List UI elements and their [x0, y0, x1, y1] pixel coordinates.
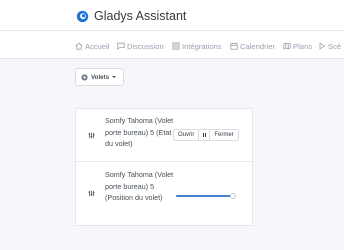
home-icon	[75, 42, 83, 50]
nav-item-label: Intégrations	[182, 41, 222, 51]
sliders-icon	[88, 132, 95, 139]
map-icon	[283, 42, 291, 50]
room-select[interactable]: Volets	[75, 68, 124, 86]
nav-item-label: Calendrier	[240, 41, 276, 51]
pause-icon-bar	[204, 133, 206, 137]
room-select-value: Volets	[91, 73, 110, 81]
position-slider[interactable]	[176, 193, 236, 199]
nav-item-label: Accueil	[85, 41, 110, 51]
nav-item-calendrier[interactable]: Calendrier	[230, 40, 275, 52]
main-nav: Accueil Discussion Intégrations Calendri…	[0, 31, 344, 59]
stop-button[interactable]	[198, 130, 210, 140]
nav-item-discussion[interactable]: Discussion	[117, 40, 164, 52]
app-title: Gladys Assistant	[94, 9, 187, 23]
room-icon	[81, 73, 88, 81]
close-button[interactable]: Fermer	[209, 130, 238, 140]
nav-item-scenes[interactable]: Scè	[318, 40, 341, 52]
nav-item-plans[interactable]: Plans	[283, 40, 312, 52]
nav-item-integrations[interactable]: Intégrations	[172, 40, 222, 52]
message-square-icon	[117, 42, 125, 50]
top-header: Gladys Assistant	[0, 0, 344, 31]
device-row: Somfy Tahoma (Volet porte bureau) 5 (Pos…	[76, 163, 252, 226]
slider-thumb[interactable]	[230, 193, 236, 199]
nav-item-accueil[interactable]: Accueil	[75, 40, 109, 52]
shutter-controls: Ouvrir Fermer	[173, 129, 239, 141]
device-card: Somfy Tahoma (Volet porte bureau) 5 (Eta…	[75, 108, 253, 226]
gladys-logo-icon	[76, 10, 89, 22]
brand[interactable]: Gladys Assistant	[76, 8, 186, 24]
chevron-down-icon	[112, 76, 117, 78]
nav-item-label: Scè	[328, 41, 342, 51]
grid-icon	[172, 42, 180, 50]
nav-item-label: Discussion	[127, 41, 164, 51]
pause-icon	[202, 133, 204, 137]
device-row: Somfy Tahoma (Volet porte bureau) 5 (Eta…	[76, 109, 252, 162]
play-icon	[319, 42, 326, 50]
open-button[interactable]: Ouvrir	[174, 130, 199, 140]
nav-item-label: Plans	[293, 41, 312, 51]
slider-fill	[176, 195, 233, 197]
calendar-icon	[230, 42, 238, 50]
sliders-icon	[88, 190, 95, 197]
device-name: Somfy Tahoma (Volet porte bureau) 5 (Eta…	[105, 116, 174, 148]
device-name: Somfy Tahoma (Volet porte bureau) 5 (Pos…	[105, 170, 174, 202]
